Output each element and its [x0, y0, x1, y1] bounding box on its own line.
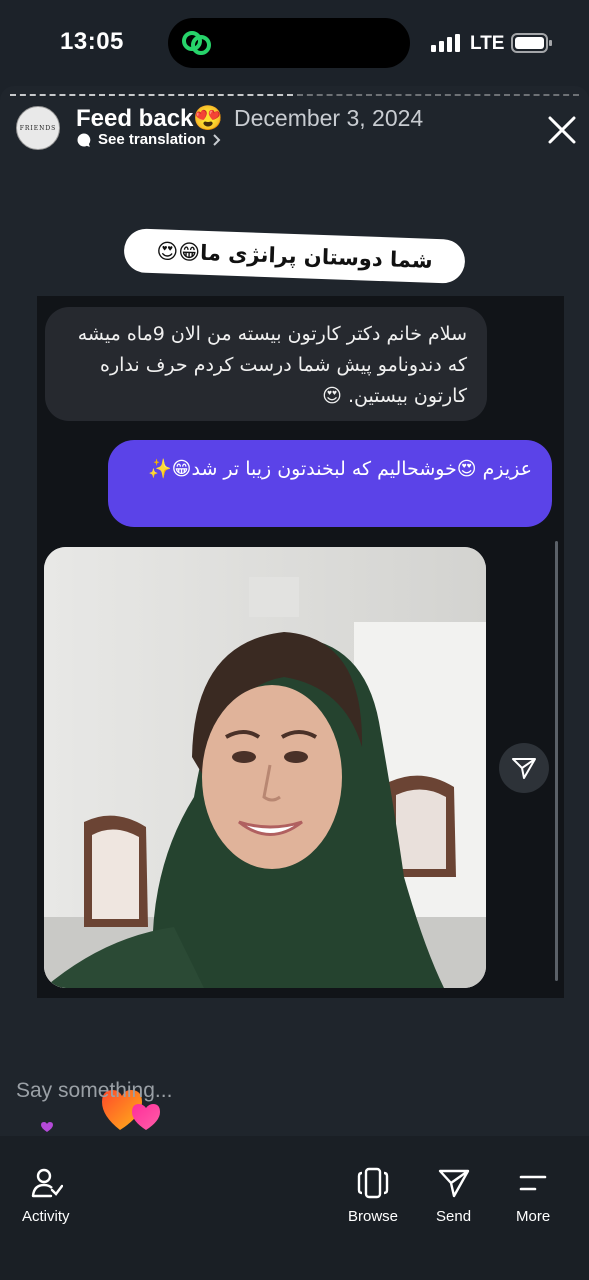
- portrait-image: [44, 547, 486, 988]
- nav-activity[interactable]: Activity: [22, 1166, 70, 1225]
- network-type: LTE: [470, 33, 505, 54]
- story-date: December 3, 2024: [234, 105, 424, 131]
- story-progress: [10, 94, 579, 97]
- see-translation-label: See translation: [98, 131, 206, 148]
- battery-icon: [511, 33, 552, 53]
- chat-screenshot: سلام خانم دکتر کارتون بیسته من الان 9ماه…: [37, 296, 564, 998]
- nav-send-label: Send: [436, 1208, 472, 1225]
- avatar-text: FRIENDS: [19, 124, 57, 132]
- incoming-message: سلام خانم دکتر کارتون بیسته من الان 9ماه…: [45, 307, 487, 421]
- status-bar: 13:05 LTE: [0, 0, 589, 86]
- browse-icon: [357, 1167, 389, 1199]
- outgoing-message: عزیزم 😍خوشحالیم که لبخندتون زیبا تر شد😁✨: [108, 440, 552, 527]
- story-viewer: FRIENDS Feed back😍 December 3, 2024 See …: [0, 86, 589, 1136]
- speech-bubble-icon: [77, 133, 91, 147]
- nav-send[interactable]: Send: [436, 1166, 471, 1225]
- avatar[interactable]: FRIENDS: [16, 106, 60, 150]
- reply-input[interactable]: Say something...: [16, 1079, 172, 1103]
- nav-browse[interactable]: Browse: [348, 1166, 398, 1225]
- scrollbar: [555, 541, 558, 981]
- bottom-nav: Activity Browse Send More: [0, 1136, 589, 1280]
- more-icon: [519, 1175, 547, 1191]
- nav-more-label: More: [516, 1208, 551, 1225]
- caption-sticker: شما دوستان پرانژی ما😁😍: [123, 228, 466, 284]
- dynamic-island: [168, 18, 410, 68]
- chevron-right-icon: [212, 133, 220, 146]
- paper-plane-icon: [512, 758, 536, 779]
- nav-more[interactable]: More: [516, 1166, 550, 1225]
- status-time: 13:05: [60, 28, 124, 55]
- progress-segment: [10, 94, 293, 97]
- small-heart-icon: [41, 1122, 53, 1132]
- see-translation-link[interactable]: See translation: [76, 131, 222, 148]
- progress-segment: [296, 94, 579, 97]
- close-icon[interactable]: [546, 114, 578, 146]
- send-icon: [438, 1169, 469, 1198]
- username[interactable]: Feed back😍: [76, 104, 223, 133]
- forward-button[interactable]: [499, 743, 549, 793]
- signal-icon: [431, 34, 460, 52]
- link-icon: [182, 31, 211, 55]
- nav-browse-label: Browse: [348, 1208, 399, 1225]
- nav-activity-label: Activity: [22, 1208, 70, 1225]
- shared-photo: [44, 547, 486, 988]
- activity-icon: [31, 1168, 63, 1198]
